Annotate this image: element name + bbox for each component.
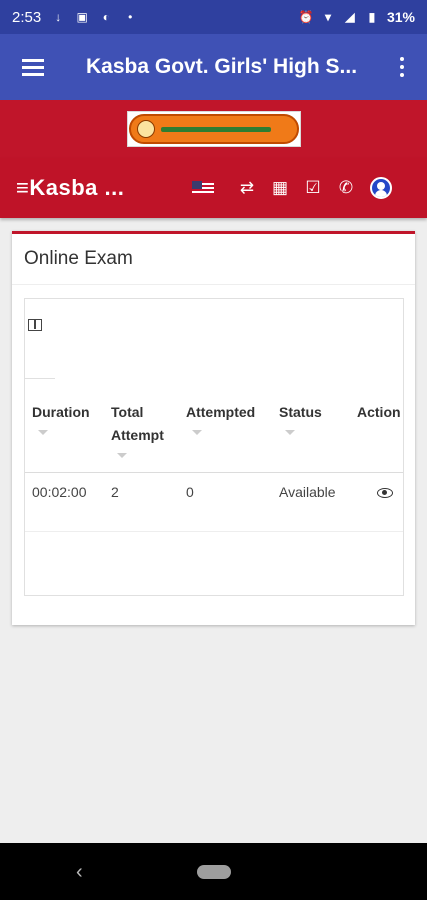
view-eye-icon[interactable]: [377, 488, 393, 498]
table-header: Duration Total Attempt Attempted Status …: [25, 399, 403, 473]
school-topbar: ≡Kasba ... ⇄ ▦ ☑ ✆: [0, 158, 427, 218]
image-icon: ▣: [76, 10, 88, 24]
battery-icon: ▮: [368, 10, 376, 24]
app-bar: Kasba Govt. Girls' High S...: [0, 34, 427, 100]
back-icon[interactable]: ‹: [76, 861, 83, 884]
cell-total-attempt: 2: [111, 484, 119, 500]
table-row: 00:02:00 2 0 Available: [25, 474, 403, 532]
switch-icon[interactable]: ⇄: [233, 174, 261, 202]
download-icon: ↓: [55, 10, 62, 24]
system-nav-bar: ‹: [0, 843, 427, 900]
calendar-icon[interactable]: ▦: [266, 174, 294, 202]
column-attempted[interactable]: Attempted: [186, 401, 255, 435]
school-banner: [0, 100, 427, 158]
menu-icon[interactable]: [0, 34, 66, 100]
column-status[interactable]: Status: [279, 401, 322, 435]
cell-status: Available: [279, 484, 336, 500]
signal-icon: ◢: [345, 10, 355, 24]
brand-title[interactable]: ≡Kasba ...: [16, 175, 186, 201]
alarm-icon: ⏰: [298, 10, 314, 24]
column-total-attempt[interactable]: Total Attempt: [111, 401, 175, 458]
status-time: 2:53: [12, 8, 42, 26]
cell-duration: 00:02:00: [32, 484, 87, 500]
column-action: Action: [357, 404, 401, 420]
column-toggle-icon[interactable]: [28, 319, 42, 331]
wifi-icon: ▾: [324, 10, 331, 24]
dot-icon: •: [128, 10, 133, 24]
home-pill[interactable]: [196, 864, 231, 879]
checkbox-icon[interactable]: ☑: [299, 174, 327, 202]
app-icon: ◐: [102, 10, 110, 24]
app-title: Kasba Govt. Girls' High S...: [86, 55, 358, 78]
more-options-icon[interactable]: [377, 34, 427, 100]
whatsapp-icon[interactable]: ✆: [332, 174, 360, 202]
online-exam-card: Online Exam Duration Total Attempt Attem…: [12, 231, 415, 625]
school-logo: [126, 111, 301, 147]
column-duration[interactable]: Duration: [32, 401, 90, 435]
status-bar: 2:53 ↓ ▣ ◐ • ⏰ ▾ ◢ ▮ 31%: [0, 0, 427, 34]
exam-table: Duration Total Attempt Attempted Status …: [24, 298, 404, 596]
battery-level: 31%: [386, 9, 415, 25]
avatar[interactable]: [370, 177, 392, 199]
card-title: Online Exam: [12, 234, 415, 285]
language-flag-icon[interactable]: [192, 181, 214, 195]
emblem-icon: [136, 120, 155, 138]
cell-attempted: 0: [186, 484, 194, 500]
